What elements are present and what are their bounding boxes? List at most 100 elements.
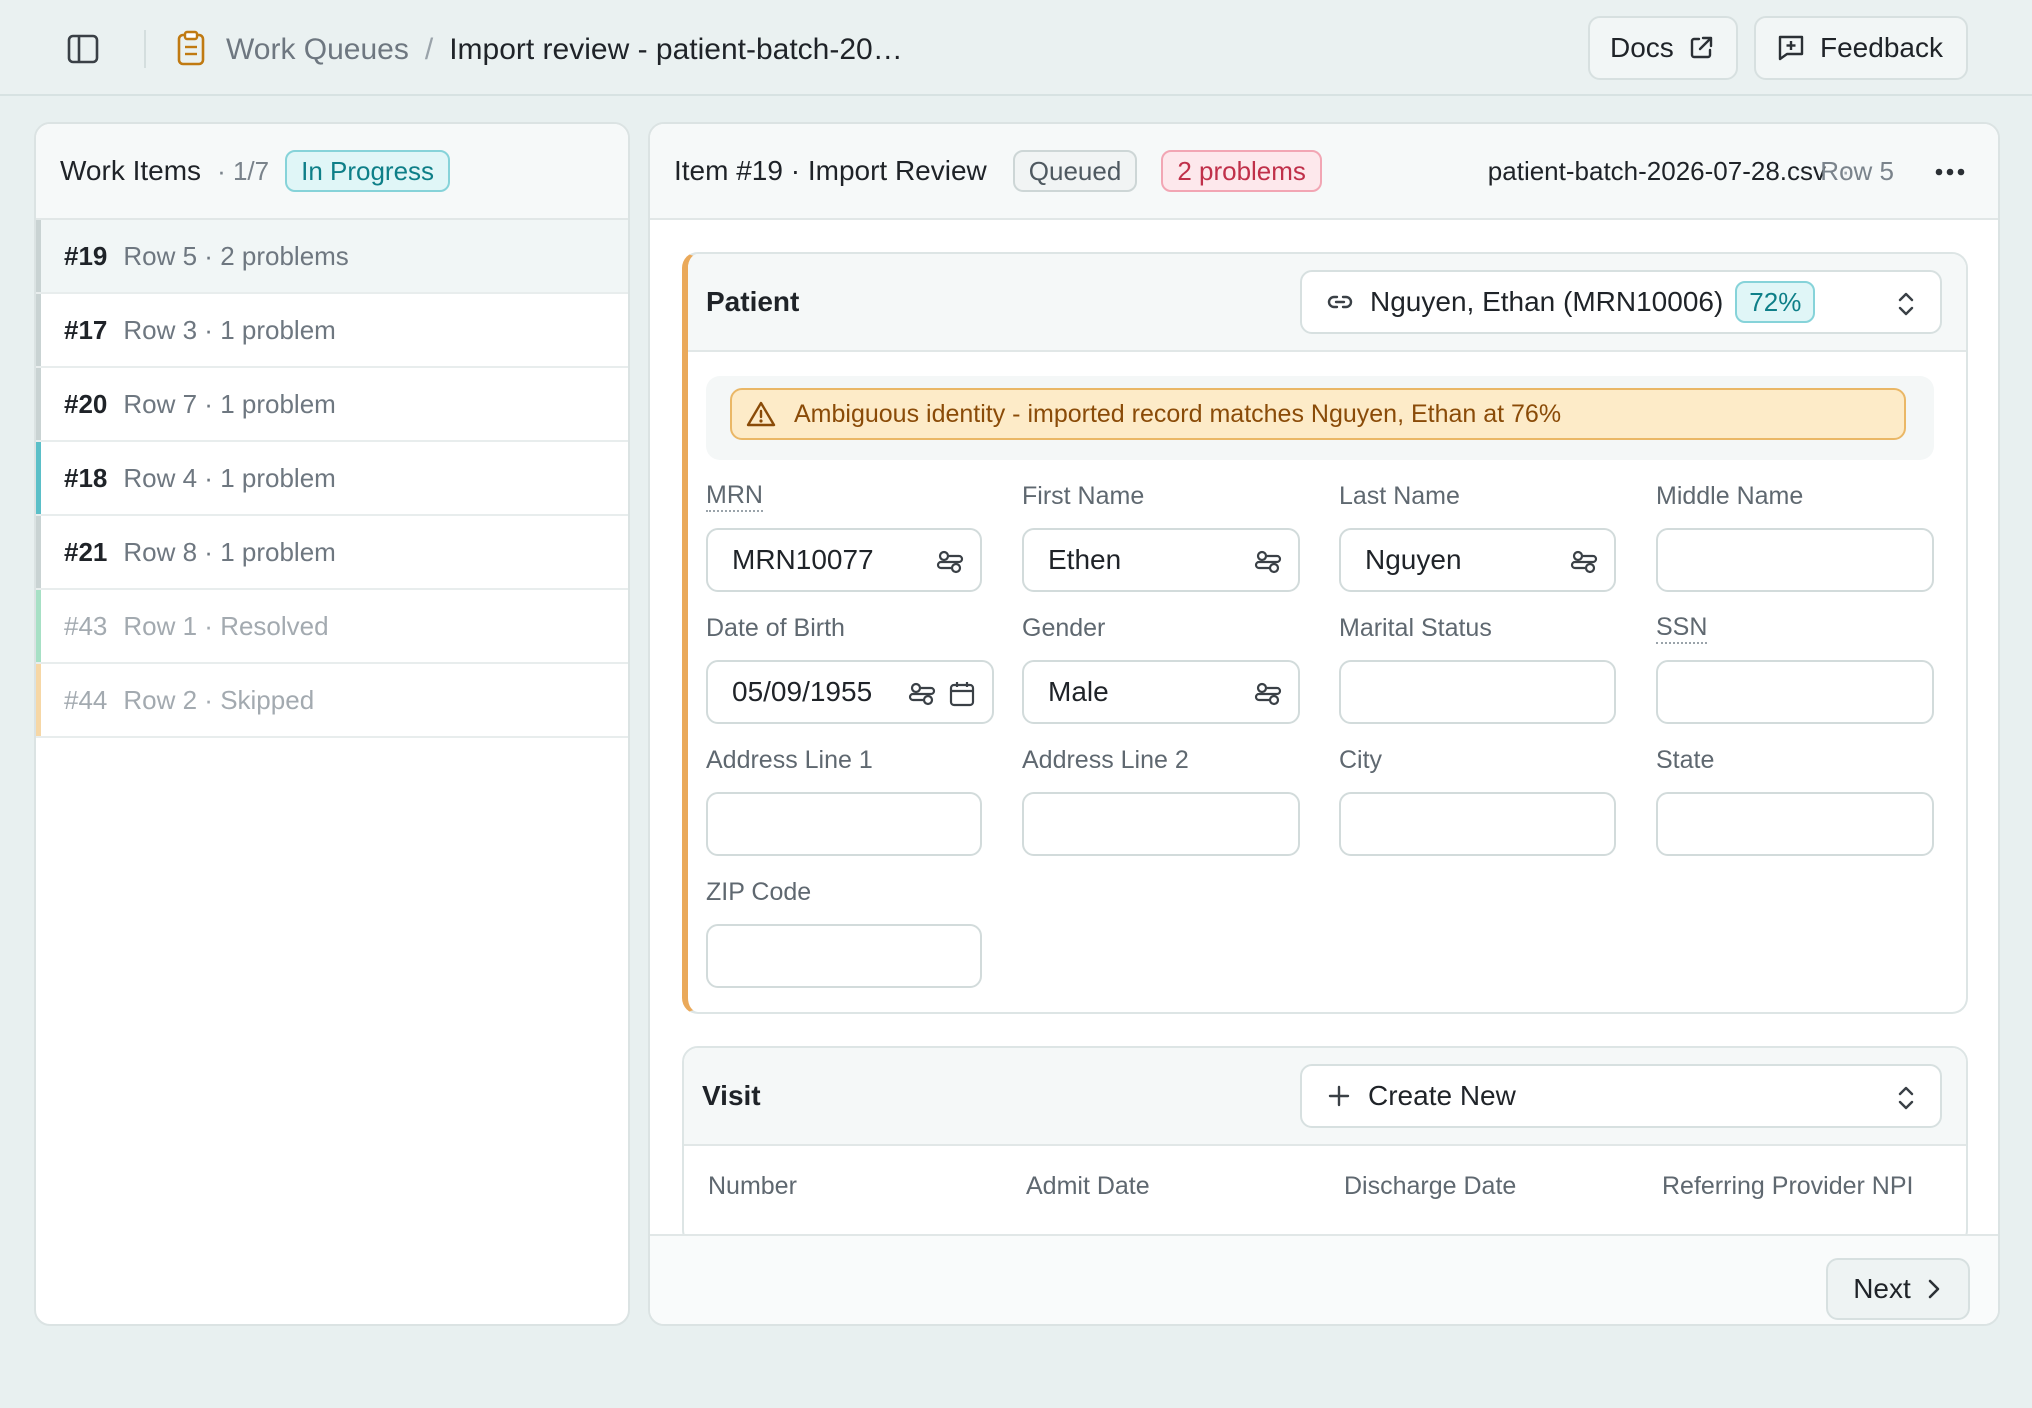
work-item-number: #18 bbox=[64, 462, 108, 493]
top-bar: Work Queues / Import review - patient-ba… bbox=[0, 0, 2032, 96]
gender-input[interactable]: Male bbox=[1022, 660, 1300, 724]
visit-col-admit-date: Admit Date bbox=[1026, 1172, 1150, 1200]
visit-col-number: Number bbox=[708, 1172, 797, 1200]
feedback-label: Feedback bbox=[1820, 32, 1943, 63]
feedback-button[interactable]: Feedback bbox=[1754, 16, 1968, 80]
visit-col-referring-npi: Referring Provider NPI bbox=[1662, 1172, 1914, 1200]
feedback-icon bbox=[1778, 35, 1804, 61]
work-item-row[interactable]: #19 Row 5 · 2 problems bbox=[36, 220, 628, 294]
mrn-input[interactable]: MRN10077 bbox=[706, 528, 982, 592]
link-icon bbox=[1327, 295, 1353, 309]
gender-value: Male bbox=[1048, 676, 1109, 707]
breadcrumb-work-queues[interactable]: Work Queues bbox=[226, 33, 409, 67]
work-item-row[interactable]: #44 Row 2 · Skipped bbox=[36, 664, 628, 738]
item-detail-panel: Item #19 · Import Review Queued 2 proble… bbox=[648, 122, 2000, 1326]
work-item-summary: Row 3 · 1 problem bbox=[123, 314, 336, 345]
address-line-1-label: Address Line 1 bbox=[706, 746, 873, 774]
warning-icon bbox=[746, 401, 776, 427]
patient-match-select[interactable]: Nguyen, Ethan (MRN10006) 72% bbox=[1300, 270, 1942, 334]
work-item-number: #20 bbox=[64, 388, 108, 419]
work-items-title: Work Items bbox=[60, 155, 202, 186]
zip-code-input[interactable] bbox=[706, 924, 982, 988]
last-name-value: Nguyen bbox=[1365, 544, 1462, 575]
work-item-row[interactable]: #20 Row 7 · 1 problem bbox=[36, 368, 628, 442]
breadcrumb-current: Import review - patient-batch-20… bbox=[449, 33, 903, 66]
work-items-list: #19 Row 5 · 2 problems #17 Row 3 · 1 proble… bbox=[36, 220, 628, 738]
item-content-scroll[interactable]: Patient Nguyen, Ethan (MRN10006) 72% Amb… bbox=[650, 220, 1998, 1234]
work-item-summary: Row 7 · 1 problem bbox=[123, 388, 336, 419]
work-item-summary: Row 8 · 1 problem bbox=[123, 536, 336, 567]
next-button[interactable]: Next bbox=[1826, 1258, 1970, 1320]
sidebar-toggle-icon[interactable] bbox=[64, 30, 102, 68]
work-item-number: #43 bbox=[64, 610, 108, 641]
match-confidence-badge: 72% bbox=[1735, 281, 1816, 323]
next-label: Next bbox=[1853, 1273, 1911, 1304]
compare-icon[interactable] bbox=[1254, 680, 1282, 708]
work-item-row[interactable]: #21 Row 8 · 1 problem bbox=[36, 516, 628, 590]
state-label: State bbox=[1656, 746, 1715, 774]
ssn-label: SSN bbox=[1656, 613, 1708, 644]
chevron-right-icon bbox=[1928, 1279, 1940, 1299]
work-item-number: #44 bbox=[64, 684, 108, 715]
patient-card-header: Patient Nguyen, Ethan (MRN10006) 72% bbox=[688, 254, 1966, 352]
status-badge-in-progress: In Progress bbox=[285, 150, 451, 192]
row-label: Row 5 bbox=[1820, 155, 1894, 186]
middle-name-input[interactable] bbox=[1656, 528, 1934, 592]
work-item-number: #21 bbox=[64, 536, 108, 567]
dob-input[interactable]: 05/09/1955 bbox=[706, 660, 994, 724]
mrn-value: MRN10077 bbox=[732, 544, 874, 575]
marital-status-label: Marital Status bbox=[1339, 614, 1492, 642]
work-items-count: · 1/7 bbox=[217, 155, 270, 186]
plus-icon bbox=[1328, 1085, 1350, 1107]
ssn-input[interactable] bbox=[1656, 660, 1934, 724]
last-name-input[interactable]: Nguyen bbox=[1339, 528, 1616, 592]
compare-icon[interactable] bbox=[936, 548, 964, 576]
external-link-icon bbox=[1690, 36, 1712, 59]
work-item-row[interactable]: #17 Row 3 · 1 problem bbox=[36, 294, 628, 368]
gender-label: Gender bbox=[1022, 614, 1106, 642]
docs-button[interactable]: Docs bbox=[1588, 16, 1738, 80]
work-item-number: #17 bbox=[64, 314, 108, 345]
more-options-icon[interactable] bbox=[1930, 154, 1970, 190]
ambiguous-identity-alert: Ambiguous identity - imported record mat… bbox=[730, 388, 1906, 440]
work-items-header: Work Items · 1/7 In Progress bbox=[36, 124, 628, 220]
city-label: City bbox=[1339, 746, 1383, 774]
city-input[interactable] bbox=[1339, 792, 1616, 856]
item-title: Item #19 · Import Review bbox=[674, 155, 987, 186]
breadcrumb: Work Queues / Import review - patient-ba… bbox=[226, 28, 903, 72]
dob-label: Date of Birth bbox=[706, 614, 845, 642]
middle-name-label: Middle Name bbox=[1656, 482, 1804, 510]
compare-icon[interactable] bbox=[1254, 548, 1282, 576]
visit-select-label: Create New bbox=[1368, 1080, 1516, 1111]
compare-icon[interactable] bbox=[908, 680, 936, 708]
file-name: patient-batch-2026-07-28.csv bbox=[1487, 155, 1826, 186]
zip-code-label: ZIP Code bbox=[706, 878, 812, 906]
alert-container: Ambiguous identity - imported record mat… bbox=[706, 376, 1934, 460]
item-footer: Next bbox=[650, 1234, 1998, 1324]
address-line-2-input[interactable] bbox=[1022, 792, 1300, 856]
address-line-1-input[interactable] bbox=[706, 792, 982, 856]
first-name-input[interactable]: Ethen bbox=[1022, 528, 1300, 592]
work-item-summary: Row 5 · 2 problems bbox=[123, 240, 349, 271]
patient-title: Patient bbox=[706, 286, 800, 317]
work-item-summary: Row 1 · Resolved bbox=[123, 610, 329, 641]
breadcrumb-separator: / bbox=[424, 33, 434, 66]
chevron-up-down-icon bbox=[1898, 1086, 1914, 1110]
state-input[interactable] bbox=[1656, 792, 1934, 856]
alert-text: Ambiguous identity - imported record mat… bbox=[794, 399, 1562, 428]
app-window: Work Queues / Import review - patient-ba… bbox=[0, 0, 2032, 1408]
first-name-value: Ethen bbox=[1048, 544, 1122, 575]
work-item-row[interactable]: #18 Row 4 · 1 problem bbox=[36, 442, 628, 516]
problems-badge[interactable]: 2 problems bbox=[1161, 150, 1322, 192]
compare-icon[interactable] bbox=[1570, 548, 1598, 576]
visit-select[interactable]: Create New bbox=[1300, 1064, 1942, 1128]
mrn-label: MRN bbox=[706, 481, 763, 512]
topbar-divider bbox=[144, 30, 146, 68]
work-item-number: #19 bbox=[64, 240, 108, 271]
calendar-icon[interactable] bbox=[948, 680, 976, 708]
marital-status-input[interactable] bbox=[1339, 660, 1616, 724]
work-item-summary: Row 4 · 1 problem bbox=[123, 462, 336, 493]
patient-card: Patient Nguyen, Ethan (MRN10006) 72% Amb… bbox=[682, 252, 1968, 1014]
work-item-summary: Row 2 · Skipped bbox=[123, 684, 315, 715]
work-item-row[interactable]: #43 Row 1 · Resolved bbox=[36, 590, 628, 664]
